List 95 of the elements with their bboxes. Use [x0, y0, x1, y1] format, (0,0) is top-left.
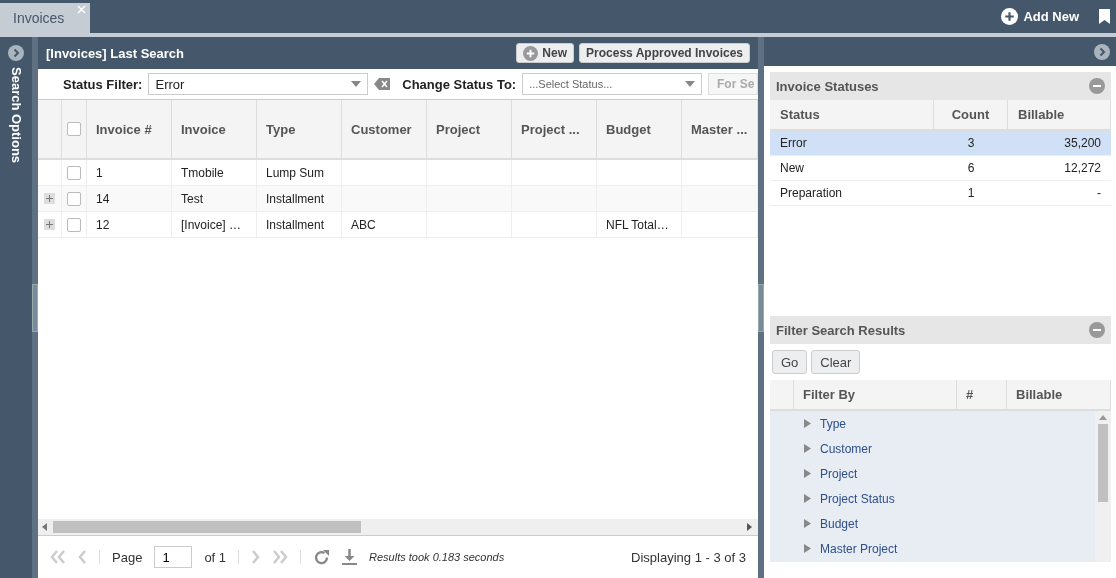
scroll-right-icon[interactable] — [744, 523, 754, 531]
sidebar-title[interactable]: Search Options — [8, 67, 24, 164]
table-cell: 3 — [967, 136, 975, 150]
column-header[interactable]: Project ... — [512, 100, 597, 158]
bookmark-icon[interactable] — [1099, 9, 1110, 24]
table-cell: 12 — [96, 217, 110, 232]
clear-icon[interactable] — [374, 78, 391, 90]
collapse-icon[interactable] — [1089, 322, 1105, 338]
column-header[interactable]: Invoice — [172, 100, 257, 158]
filter-item[interactable]: Customer — [770, 436, 1095, 461]
expand-icon[interactable] — [44, 193, 55, 204]
column-header[interactable]: Invoice # — [87, 100, 172, 158]
caret-right-icon[interactable] — [804, 544, 811, 553]
table-cell: 6 — [967, 161, 975, 175]
field-label: Status Filter: — [63, 76, 143, 92]
close-icon[interactable] — [77, 5, 87, 14]
caret-right-icon[interactable] — [804, 469, 811, 478]
expand-icon[interactable] — [44, 219, 55, 230]
filter-item[interactable]: Type — [770, 411, 1095, 436]
table-cell: Error — [780, 136, 807, 150]
column-header[interactable]: Status — [770, 100, 934, 131]
new-button[interactable]: New — [516, 43, 575, 63]
previous-page-icon[interactable] — [78, 550, 87, 564]
filter-item[interactable]: Project Status — [770, 486, 1095, 511]
row-checkbox[interactable] — [67, 217, 81, 232]
row-checkbox[interactable] — [67, 165, 81, 180]
process-button[interactable]: Process Approved Invoices — [579, 43, 750, 63]
column-header[interactable]: Budget — [597, 100, 682, 158]
change-status-dropdown[interactable]: ...Select Status... — [522, 73, 702, 95]
status-row[interactable]: Preparation 1 - — [770, 181, 1111, 206]
filter-item[interactable]: Budget — [770, 511, 1095, 536]
field-label: Change Status To: — [402, 76, 517, 92]
section-title: Invoice Statuses — [776, 78, 879, 94]
column-header[interactable]: # — [957, 380, 1007, 411]
scrollbar-thumb[interactable] — [1098, 424, 1108, 502]
tab[interactable]: Invoices — [0, 3, 91, 33]
page-count: of 1 — [204, 549, 227, 565]
row-checkbox[interactable] — [67, 191, 81, 206]
status-row[interactable]: Error 3 35,200 — [770, 131, 1111, 156]
filter-item[interactable]: Project — [770, 461, 1095, 486]
next-page-icon[interactable] — [251, 550, 261, 564]
table-cell: Lump Sum — [266, 165, 325, 180]
add-new-button[interactable]: Add New — [995, 0, 1085, 33]
table-cell: New — [780, 161, 804, 175]
page-label: Page — [112, 549, 143, 565]
panel-title: [Invoices] Last Search — [46, 45, 185, 61]
last-page-icon[interactable] — [272, 550, 289, 564]
table-cell: 14 — [96, 191, 110, 206]
timing-text: Results took 0.183 seconds — [369, 551, 505, 563]
add-icon — [523, 45, 539, 61]
displaying-text: Displaying 1 - 3 of 3 — [631, 549, 746, 565]
table-cell: Installment — [266, 191, 325, 206]
caret-right-icon[interactable] — [804, 444, 811, 453]
table-cell: Installment — [266, 217, 325, 232]
filter-item[interactable]: Master Project — [770, 536, 1095, 561]
table-cell: ABC — [351, 217, 376, 232]
table-cell: NFL Total… — [606, 217, 669, 232]
column-header[interactable]: Count — [934, 100, 1008, 131]
table-cell: Tmobile — [181, 165, 224, 180]
collapse-icon[interactable] — [1089, 78, 1105, 94]
table-cell: 35,200 — [1064, 136, 1101, 150]
download-icon[interactable] — [342, 549, 358, 565]
table-cell: Preparation — [780, 186, 843, 200]
caret-right-icon[interactable] — [804, 494, 811, 503]
column-header[interactable]: Type — [257, 100, 342, 158]
add-icon — [1001, 8, 1019, 25]
dropdown-caret-icon — [685, 81, 695, 87]
first-page-icon[interactable] — [50, 550, 66, 564]
scroll-up-icon[interactable] — [1099, 415, 1107, 420]
select-all-checkbox[interactable] — [67, 122, 81, 136]
column-header[interactable]: Billable — [1007, 380, 1111, 411]
table-cell: Test — [181, 191, 203, 206]
table-cell: - — [1097, 186, 1101, 200]
table-cell: [Invoice] … — [181, 217, 242, 232]
dropdown-caret-icon — [351, 81, 362, 87]
refresh-icon[interactable] — [313, 548, 331, 566]
page-input[interactable]: 1 — [154, 546, 193, 568]
splitter-handle[interactable] — [758, 283, 764, 332]
caret-right-icon[interactable] — [804, 519, 811, 528]
column-header[interactable]: Filter By — [794, 380, 957, 411]
column-header[interactable]: Customer — [342, 100, 427, 158]
caret-right-icon[interactable] — [804, 419, 811, 428]
status-filter-dropdown[interactable]: Error — [148, 73, 369, 95]
column-header[interactable]: Project — [427, 100, 512, 158]
scroll-left-icon[interactable] — [40, 523, 50, 531]
status-row[interactable]: New 6 12,272 — [770, 156, 1111, 181]
column-header[interactable]: Billable — [1008, 100, 1111, 131]
go-button[interactable]: Go — [772, 350, 808, 374]
section-title: Filter Search Results — [776, 322, 906, 338]
table-cell: 1 — [967, 186, 975, 200]
scrollbar-thumb[interactable] — [53, 521, 361, 533]
splitter-handle[interactable] — [32, 283, 38, 332]
clear-button[interactable]: Clear — [811, 350, 861, 374]
table-cell: 1 — [96, 165, 103, 180]
table-cell: 12,272 — [1064, 161, 1101, 175]
